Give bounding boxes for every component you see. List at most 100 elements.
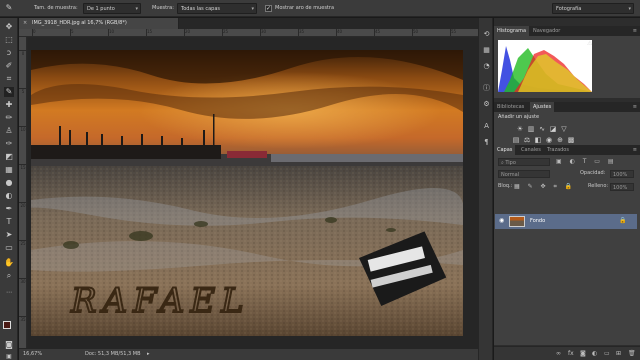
lasso-tool-icon[interactable]: ↄ xyxy=(4,48,14,58)
collapsed-panels-strip: ⟲ ▦ ◔ ⓘ ⚙ A ¶ xyxy=(478,18,493,360)
zoom-level[interactable]: 16,67% xyxy=(23,349,42,360)
tab-paths[interactable]: Trazados xyxy=(544,145,572,155)
paragraph-panel-icon[interactable]: ¶ xyxy=(482,138,491,147)
screen-mode-icon[interactable]: ▣ xyxy=(4,352,14,360)
hand-tool-icon[interactable]: ✋ xyxy=(4,258,14,268)
add-adjustment-label: Añadir un ajuste xyxy=(498,114,540,120)
new-layer-icon[interactable]: ⊞ xyxy=(616,350,621,357)
color-balance-icon[interactable]: ⚖ xyxy=(523,136,531,144)
tab-adjustments[interactable]: Ajustes xyxy=(530,102,555,112)
properties-panel-icon[interactable]: ◔ xyxy=(482,62,491,71)
sample-size-value: De 1 punto xyxy=(87,6,115,12)
ruler-tick-label: 0 xyxy=(32,29,36,37)
ruler-tick-label: 25 xyxy=(19,240,27,246)
gradient-tool-icon[interactable]: ▦ xyxy=(4,165,14,175)
fill-input[interactable]: 100% xyxy=(610,183,634,191)
black-white-icon[interactable]: ◧ xyxy=(534,136,542,144)
blend-mode-dropdown[interactable]: Normal xyxy=(498,170,550,178)
channel-mixer-icon[interactable]: ⊕ xyxy=(556,136,564,144)
photo-filter-icon[interactable]: ◉ xyxy=(545,136,553,144)
brightness-contrast-icon[interactable]: ☀ xyxy=(516,125,524,133)
layer-filter-dropdown[interactable]: ⌕ Tipo xyxy=(498,158,550,166)
clone-stamp-tool-icon[interactable]: ♙ xyxy=(4,126,14,136)
move-tool-icon[interactable]: ✥ xyxy=(4,22,14,32)
panel-menu-icon[interactable]: ≡ xyxy=(633,104,637,110)
opacity-input[interactable]: 100% xyxy=(610,170,634,178)
new-adjustment-layer-icon[interactable]: ◐ xyxy=(592,350,597,357)
pen-tool-icon[interactable]: ✒ xyxy=(4,204,14,214)
ruler-tick-label: 5 xyxy=(70,29,74,37)
path-selection-tool-icon[interactable]: ➤ xyxy=(4,230,14,240)
sample-size-dropdown[interactable]: De 1 punto ▾ xyxy=(83,3,141,14)
quick-mask-icon[interactable]: ◙ xyxy=(4,340,14,350)
canvas-area[interactable]: RAFAEL xyxy=(28,38,490,348)
history-panel-icon[interactable]: ⟲ xyxy=(482,30,491,39)
healing-brush-tool-icon[interactable]: ✚ xyxy=(4,100,14,110)
marquee-tool-icon[interactable]: ⬚ xyxy=(4,35,14,45)
chevron-right-icon[interactable]: ▸ xyxy=(147,349,150,360)
panel-menu-icon[interactable]: ≡ xyxy=(633,147,637,153)
lock-options-icons[interactable]: ▦ ✎ ✥ ⌗ 🔒 xyxy=(514,183,575,191)
vibrance-icon[interactable]: ▽ xyxy=(560,125,568,133)
adjustments-panel-tabs: Bibliotecas Ajustes ≡ xyxy=(494,102,640,112)
foreground-color-swatch[interactable] xyxy=(3,321,11,329)
delete-layer-icon[interactable]: 🗑 xyxy=(628,350,636,357)
options-bar: ✎ Tam. de muestra: De 1 punto ▾ Muestra:… xyxy=(0,0,640,17)
warning-icon[interactable]: ⚠ xyxy=(587,40,592,47)
panel-menu-icon[interactable]: ≡ xyxy=(633,28,637,34)
levels-icon[interactable]: ▥ xyxy=(527,125,535,133)
color-lookup-icon[interactable]: ▩ xyxy=(567,136,575,144)
close-icon[interactable]: × xyxy=(23,18,27,29)
exposure-icon[interactable]: ◪ xyxy=(549,125,557,133)
tab-channels[interactable]: Canales xyxy=(518,145,544,155)
workspace-dropdown[interactable]: Fotografía ▾ xyxy=(552,3,634,14)
link-layers-icon[interactable]: ∞ xyxy=(556,350,561,357)
lock-icon[interactable]: 🔒 xyxy=(619,217,626,224)
show-ring-checkbox[interactable]: ✓ xyxy=(265,5,272,12)
sample-label: Muestra: xyxy=(152,5,174,11)
visibility-eye-icon[interactable]: ◉ xyxy=(499,217,504,224)
swatches-panel-icon[interactable]: ▦ xyxy=(482,46,491,55)
more-tools-icon[interactable]: ⋯ xyxy=(4,288,14,298)
new-group-icon[interactable]: ▭ xyxy=(604,350,610,357)
hue-saturation-icon[interactable]: ▤ xyxy=(512,136,520,144)
eraser-tool-icon[interactable]: ◩ xyxy=(4,152,14,162)
tab-libraries[interactable]: Bibliotecas xyxy=(494,102,527,112)
add-mask-icon[interactable]: ◙ xyxy=(580,350,586,357)
brush-tool-icon[interactable]: ✏ xyxy=(4,113,14,123)
blur-tool-icon[interactable]: ● xyxy=(4,178,14,188)
layer-thumbnail xyxy=(509,216,525,227)
character-panel-icon[interactable]: A xyxy=(482,122,491,131)
shape-tool-icon[interactable]: ▭ xyxy=(4,243,14,253)
chevron-down-icon: ▾ xyxy=(251,6,254,12)
status-bar: 16,67% Doc: 51,3 MB/51,3 MB ▸ xyxy=(19,348,491,360)
crop-tool-icon[interactable]: ⌗ xyxy=(4,74,14,84)
layers-panel-tabs: Capas Canales Trazados ≡ xyxy=(494,145,640,155)
ruler-tick-label: 50 xyxy=(411,29,419,37)
tab-navigator[interactable]: Navegador xyxy=(530,26,563,36)
type-tool-icon[interactable]: T xyxy=(4,217,14,227)
info-panel-icon[interactable]: ⓘ xyxy=(482,84,491,93)
brush-presets-icon[interactable]: ⚙ xyxy=(482,100,491,109)
sample-dropdown[interactable]: Todas las capas ▾ xyxy=(177,3,257,14)
dodge-tool-icon[interactable]: ◐ xyxy=(4,191,14,201)
histogram-chart xyxy=(498,40,592,92)
document-canvas[interactable]: RAFAEL xyxy=(31,50,463,336)
eyedropper-tool-preset-icon[interactable]: ✎ xyxy=(4,3,14,13)
document-tab[interactable]: × IMG_3918_HDR.jpg al 16,7% (RGB/8*) xyxy=(19,18,179,29)
layer-style-icon[interactable]: fx xyxy=(568,350,574,357)
quick-select-tool-icon[interactable]: ✐ xyxy=(4,61,14,71)
ruler-tick-label: 30 xyxy=(19,278,27,284)
eyedropper-tool-icon[interactable]: ✎ xyxy=(4,87,14,97)
document-size-info[interactable]: Doc: 51,3 MB/51,3 MB xyxy=(85,349,141,360)
vertical-ruler: 0 5 10 15 20 25 30 35 xyxy=(19,37,27,348)
document-title: IMG_3918_HDR.jpg al 16,7% (RGB/8*) xyxy=(32,20,127,26)
history-brush-tool-icon[interactable]: ✑ xyxy=(4,139,14,149)
layer-filter-icons[interactable]: ▣ ◐ T ▭ ▤ xyxy=(556,158,617,165)
tab-histogram[interactable]: Histograma xyxy=(494,26,530,36)
layer-row-fondo[interactable]: ◉ Fondo 🔒 xyxy=(495,214,637,229)
fill-label: Relleno: xyxy=(588,183,609,189)
curves-icon[interactable]: ∿ xyxy=(538,125,546,133)
tab-layers[interactable]: Capas xyxy=(494,145,516,155)
zoom-tool-icon[interactable]: ⌕ xyxy=(4,271,14,281)
